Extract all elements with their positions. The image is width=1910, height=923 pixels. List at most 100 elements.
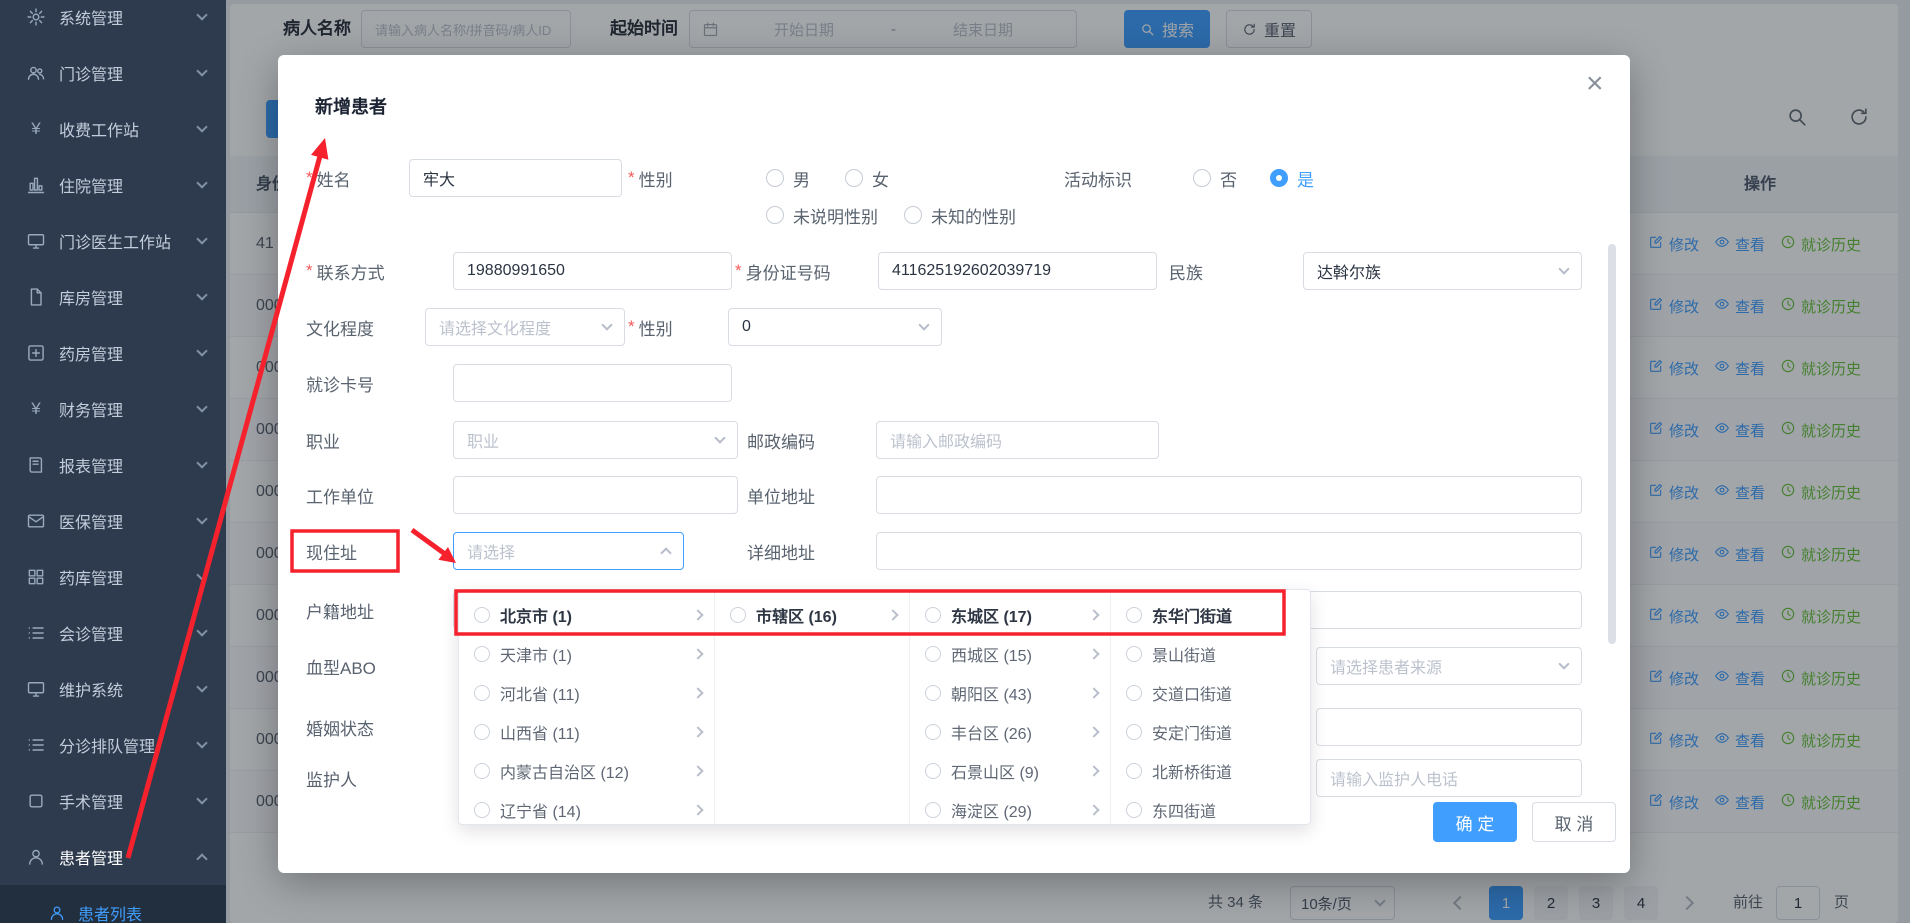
guardian-phone-input[interactable]: 请输入监护人电话 — [1316, 759, 1582, 797]
cascader-option[interactable]: 天津市 (1) — [459, 634, 714, 673]
radio-circle[interactable] — [1126, 646, 1142, 662]
cascader-option[interactable]: 安定门街道 — [1111, 712, 1311, 751]
gender-male-radio[interactable]: 男 — [766, 159, 810, 197]
gender-unspecified-radio[interactable]: 未说明性别 — [766, 196, 878, 234]
radio-circle[interactable] — [1126, 763, 1142, 779]
current-address-cascader[interactable]: 请选择 — [453, 532, 684, 570]
cascader-option[interactable]: 景山街道 — [1111, 634, 1311, 673]
radio-circle[interactable] — [1126, 685, 1142, 701]
visit-card-input[interactable] — [453, 364, 732, 402]
cascader-option[interactable]: 东城区 (17) — [910, 595, 1110, 634]
sidebar-item[interactable]: 患者管理 — [0, 829, 226, 885]
sidebar-item[interactable]: 药房管理 — [0, 325, 226, 381]
education-select[interactable]: 请选择文化程度 — [425, 308, 625, 346]
gender2-select[interactable]: 0 — [728, 308, 942, 346]
radio-circle[interactable] — [925, 607, 941, 623]
monitor-icon — [26, 679, 46, 699]
radio-circle[interactable] — [474, 646, 490, 662]
blood-type-label: 血型ABO — [306, 647, 376, 685]
radio-circle — [1193, 169, 1211, 187]
chevron-right-icon — [692, 687, 703, 698]
sidebar-item[interactable]: 手术管理 — [0, 773, 226, 829]
cascader-option[interactable]: 河北省 (11) — [459, 673, 714, 712]
occupation-select[interactable]: 职业 — [453, 421, 738, 459]
cascader-option[interactable]: 西城区 (15) — [910, 634, 1110, 673]
radio-circle[interactable] — [474, 685, 490, 701]
radio-circle[interactable] — [925, 724, 941, 740]
cascader-option[interactable]: 北新桥街道 — [1111, 751, 1311, 790]
close-icon[interactable]: × — [1586, 69, 1604, 99]
cascader-option[interactable]: 交道口街道 — [1111, 673, 1311, 712]
chevron-down-icon — [196, 9, 207, 20]
cascader-option[interactable]: 辽宁省 (14) — [459, 790, 714, 824]
radio-circle[interactable] — [925, 685, 941, 701]
sidebar-item[interactable]: 医保管理 — [0, 493, 226, 549]
radio-circle[interactable] — [474, 802, 490, 818]
cascader-option[interactable]: 北京市 (1) — [459, 595, 714, 634]
sidebar-item[interactable]: 分诊排队管理 — [0, 717, 226, 773]
cascader-option[interactable]: 内蒙古自治区 (12) — [459, 751, 714, 790]
active-no-radio[interactable]: 否 — [1193, 159, 1237, 197]
name-input[interactable]: 牢大 — [409, 159, 622, 197]
postcode-input[interactable]: 请输入邮政编码 — [876, 421, 1159, 459]
sidebar-item[interactable]: 门诊管理 — [0, 45, 226, 101]
radio-circle[interactable] — [474, 724, 490, 740]
modal-scrollbar[interactable] — [1608, 244, 1616, 644]
sidebar-item[interactable]: 报表管理 — [0, 437, 226, 493]
radio-circle[interactable] — [925, 646, 941, 662]
sidebar-item[interactable]: ¥财务管理 — [0, 381, 226, 437]
sidebar-item[interactable]: 门诊医生工作站 — [0, 213, 226, 269]
radio-circle[interactable] — [1126, 724, 1142, 740]
cascader-option[interactable]: 东华门街道 — [1111, 595, 1311, 634]
sidebar-item[interactable]: 系统管理 — [0, 0, 226, 45]
sidebar-item[interactable]: 住院管理 — [0, 157, 226, 213]
workunit-input[interactable] — [453, 476, 738, 514]
id-number-input[interactable]: 411625192602039719 — [878, 252, 1157, 290]
sidebar-item[interactable]: ¥收费工作站 — [0, 101, 226, 157]
patient-source-select[interactable]: 请选择患者来源 — [1316, 647, 1582, 685]
household-address-label: 户籍地址 — [306, 591, 374, 629]
cascader-option[interactable]: 市辖区 (16) — [715, 595, 909, 634]
detail-address-input[interactable] — [876, 532, 1582, 570]
radio-circle — [904, 206, 922, 224]
chevron-down-icon — [196, 737, 207, 748]
sidebar-item[interactable]: 药库管理 — [0, 549, 226, 605]
gender-female-radio[interactable]: 女 — [845, 159, 889, 197]
grid-icon — [26, 567, 46, 587]
radio-circle[interactable] — [925, 802, 941, 818]
radio-circle[interactable] — [474, 763, 490, 779]
cascader-option[interactable]: 东四街道 — [1111, 790, 1311, 824]
gender-unknown-radio[interactable]: 未知的性别 — [904, 196, 1016, 234]
ethnic-select[interactable]: 达斡尔族 — [1303, 252, 1582, 290]
cascader-option[interactable]: 丰台区 (26) — [910, 712, 1110, 751]
cancel-button[interactable]: 取 消 — [1532, 802, 1616, 842]
active-yes-radio[interactable]: 是 — [1270, 159, 1314, 197]
guardian-label: 监护人 — [306, 759, 357, 797]
contact-input[interactable]: 19880991650 — [453, 252, 732, 290]
unit-address-input[interactable] — [876, 476, 1582, 514]
chevron-right-icon — [1088, 609, 1099, 620]
chevron-right-icon — [692, 726, 703, 737]
cascader-option[interactable]: 海淀区 (29) — [910, 790, 1110, 824]
confirm-button[interactable]: 确 定 — [1433, 802, 1517, 842]
radio-circle[interactable] — [474, 607, 490, 623]
list-icon — [26, 623, 46, 643]
sidebar-item[interactable]: 会诊管理 — [0, 605, 226, 661]
radio-circle — [1270, 169, 1288, 187]
radio-circle[interactable] — [925, 763, 941, 779]
postcode-label: 邮政编码 — [747, 421, 815, 459]
chevron-down-icon — [196, 513, 207, 524]
chevron-right-icon — [1088, 726, 1099, 737]
sidebar-subitem-patient-list[interactable]: 患者列表 — [0, 885, 226, 923]
sidebar-item[interactable]: 维护系统 — [0, 661, 226, 717]
cascader-option[interactable]: 山西省 (11) — [459, 712, 714, 751]
radio-circle[interactable] — [1126, 607, 1142, 623]
cascader-option[interactable]: 朝阳区 (43) — [910, 673, 1110, 712]
marital-right-input[interactable] — [1316, 708, 1582, 746]
contact-label: *联系方式 — [306, 252, 385, 290]
sidebar-item[interactable]: 库房管理 — [0, 269, 226, 325]
radio-circle[interactable] — [1126, 802, 1142, 818]
radio-circle[interactable] — [730, 607, 746, 623]
chevron-down-icon — [196, 681, 207, 692]
cascader-option[interactable]: 石景山区 (9) — [910, 751, 1110, 790]
